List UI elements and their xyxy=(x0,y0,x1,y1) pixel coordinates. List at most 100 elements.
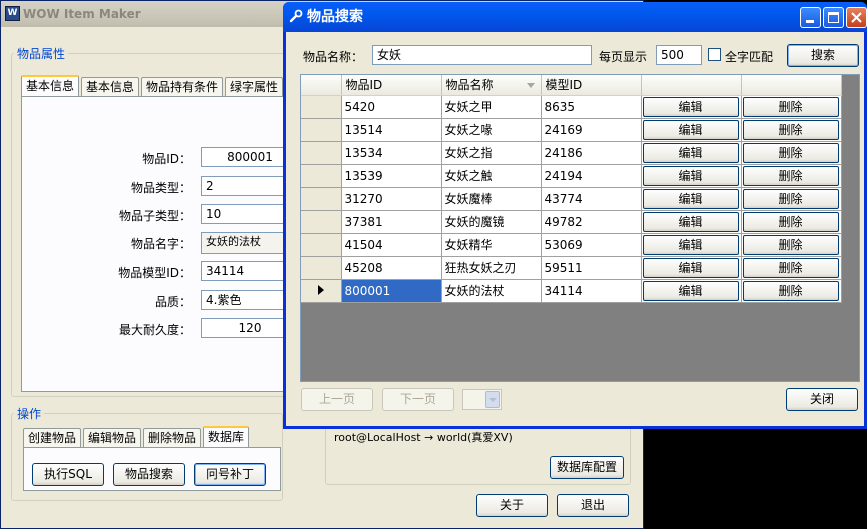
next-page-button[interactable]: 下一页 xyxy=(382,388,454,411)
delete-button[interactable]: 删除 xyxy=(742,257,839,278)
per-page-input[interactable]: 500 xyxy=(656,45,702,65)
row-header[interactable] xyxy=(301,256,342,280)
cell-item-id[interactable]: 31270 xyxy=(341,187,442,211)
cell-model-id[interactable]: 8635 xyxy=(541,95,642,119)
delete-button[interactable]: 删除 xyxy=(742,234,839,255)
edit-button[interactable]: 编辑 xyxy=(642,188,739,209)
cell-item-id[interactable]: 41504 xyxy=(341,233,442,257)
operations-tabs: 创建物品 编辑物品 删除物品 数据库 xyxy=(23,426,251,447)
table-row[interactable]: 31270 女妖魔棒 43774 编辑 删除 xyxy=(301,187,842,211)
page-select-dropdown[interactable] xyxy=(485,391,500,408)
delete-button[interactable]: 删除 xyxy=(742,119,839,140)
col-header-item-name[interactable]: 物品名称 xyxy=(441,75,542,96)
db-config-button[interactable]: 数据库配置 xyxy=(550,456,624,479)
cell-item-name[interactable]: 女妖之甲 xyxy=(441,95,542,119)
cell-item-name[interactable]: 女妖精华 xyxy=(441,233,542,257)
edit-button[interactable]: 编辑 xyxy=(642,211,739,232)
cell-model-id[interactable]: 59511 xyxy=(541,256,642,280)
col-header-model-id[interactable]: 模型ID xyxy=(541,75,642,96)
cell-model-id[interactable]: 34114 xyxy=(541,279,642,303)
tab-edit-item[interactable]: 编辑物品 xyxy=(83,428,142,447)
delete-button[interactable]: 删除 xyxy=(742,280,839,301)
cell-item-name[interactable]: 女妖之指 xyxy=(441,141,542,165)
edit-button[interactable]: 编辑 xyxy=(642,234,739,255)
cell-item-id[interactable]: 5420 xyxy=(341,95,442,119)
row-header[interactable] xyxy=(301,95,342,119)
tab-green-attributes[interactable]: 绿字属性 xyxy=(225,77,284,96)
edit-button[interactable]: 编辑 xyxy=(642,165,739,186)
results-grid: 物品ID 物品名称 模型ID 5420 女妖之甲 8635 编辑 删除 13514 女妖之喙… xyxy=(300,74,860,382)
close-button[interactable]: 关闭 xyxy=(786,388,858,411)
row-header-corner xyxy=(301,75,342,96)
tab-delete-item[interactable]: 删除物品 xyxy=(143,428,202,447)
row-header[interactable] xyxy=(301,164,342,188)
table-row[interactable]: 37381 女妖的魔镜 49782 编辑 删除 xyxy=(301,210,842,234)
edit-button[interactable]: 编辑 xyxy=(642,142,739,163)
delete-button[interactable]: 删除 xyxy=(742,142,839,163)
delete-button[interactable]: 删除 xyxy=(742,188,839,209)
row-header[interactable] xyxy=(301,187,342,211)
minimize-button[interactable] xyxy=(800,7,821,28)
table-row[interactable]: 800001 女妖的法杖 34114 编辑 删除 xyxy=(301,279,842,303)
item-search-button[interactable]: 物品搜索 xyxy=(113,463,185,486)
edit-button[interactable]: 编辑 xyxy=(642,96,739,117)
prev-page-button[interactable]: 上一页 xyxy=(301,388,373,411)
delete-button[interactable]: 删除 xyxy=(742,96,839,117)
cell-model-id[interactable]: 49782 xyxy=(541,210,642,234)
table-row[interactable]: 41504 女妖精华 53069 编辑 删除 xyxy=(301,233,842,257)
tab-basic-info-2[interactable]: 基本信息 xyxy=(81,77,140,96)
edit-button[interactable]: 编辑 xyxy=(642,280,739,301)
row-header[interactable] xyxy=(301,141,342,165)
execute-sql-button[interactable]: 执行SQL xyxy=(32,463,104,486)
row-header[interactable] xyxy=(301,118,342,142)
row-header[interactable] xyxy=(301,279,342,303)
cell-item-id[interactable]: 13539 xyxy=(341,164,442,188)
cell-model-id[interactable]: 53069 xyxy=(541,233,642,257)
delete-button[interactable]: 删除 xyxy=(742,211,839,232)
quality-label: 品质： xyxy=(154,295,191,309)
exit-button[interactable]: 退出 xyxy=(557,494,629,517)
table-row[interactable]: 45208 狂热女妖之刃 59511 编辑 删除 xyxy=(301,256,842,280)
table-row[interactable]: 13539 女妖之触 24194 编辑 删除 xyxy=(301,164,842,188)
edit-button[interactable]: 编辑 xyxy=(642,257,739,278)
main-window-title: WOW Item Maker xyxy=(23,7,141,21)
cell-item-id[interactable]: 13534 xyxy=(341,141,442,165)
tab-basic-info[interactable]: 基本信息 xyxy=(21,75,80,96)
item-properties-label: 物品属性 xyxy=(17,47,66,61)
row-header[interactable] xyxy=(301,233,342,257)
cell-item-id[interactable]: 45208 xyxy=(341,256,442,280)
about-button[interactable]: 关于 xyxy=(476,494,548,517)
exact-match-checkbox[interactable] xyxy=(708,48,721,61)
cell-model-id[interactable]: 43774 xyxy=(541,187,642,211)
delete-button[interactable]: 删除 xyxy=(742,165,839,186)
search-button[interactable]: 搜索 xyxy=(787,44,859,67)
maximize-button[interactable] xyxy=(823,7,844,28)
cell-item-id[interactable]: 37381 xyxy=(341,210,442,234)
tab-create-item[interactable]: 创建物品 xyxy=(23,428,82,447)
item-subtype-label: 物品子类型： xyxy=(118,209,191,223)
patch-button[interactable]: 冋号补丁 xyxy=(194,463,266,486)
col-header-item-id[interactable]: 物品ID xyxy=(341,75,442,96)
cell-item-id[interactable]: 800001 xyxy=(341,279,442,303)
close-window-button[interactable] xyxy=(846,7,867,28)
table-row[interactable]: 13534 女妖之指 24186 编辑 删除 xyxy=(301,141,842,165)
cell-item-name[interactable]: 女妖之喙 xyxy=(441,118,542,142)
item-name-search-input[interactable]: 女妖 xyxy=(372,45,592,65)
table-row[interactable]: 5420 女妖之甲 8635 编辑 删除 xyxy=(301,95,842,119)
search-window: 物品搜索 物品名称： 女妖 每页显示 500 全字匹配 搜索 物品ID 物品名称… xyxy=(283,2,867,429)
cell-model-id[interactable]: 24169 xyxy=(541,118,642,142)
cell-item-name[interactable]: 女妖魔棒 xyxy=(441,187,542,211)
cell-item-name[interactable]: 女妖的魔镜 xyxy=(441,210,542,234)
cell-item-id[interactable]: 13514 xyxy=(341,118,442,142)
cell-item-name[interactable]: 女妖之触 xyxy=(441,164,542,188)
cell-item-name[interactable]: 女妖的法杖 xyxy=(441,279,542,303)
cell-model-id[interactable]: 24194 xyxy=(541,164,642,188)
cell-model-id[interactable]: 24186 xyxy=(541,141,642,165)
table-row[interactable]: 13514 女妖之喙 24169 编辑 删除 xyxy=(301,118,842,142)
edit-button[interactable]: 编辑 xyxy=(642,119,739,140)
cell-item-name[interactable]: 狂热女妖之刃 xyxy=(441,256,542,280)
search-titlebar[interactable]: 物品搜索 xyxy=(283,2,867,32)
tab-holding-conditions[interactable]: 物品持有条件 xyxy=(141,77,224,96)
tab-database[interactable]: 数据库 xyxy=(203,426,250,447)
row-header[interactable] xyxy=(301,210,342,234)
